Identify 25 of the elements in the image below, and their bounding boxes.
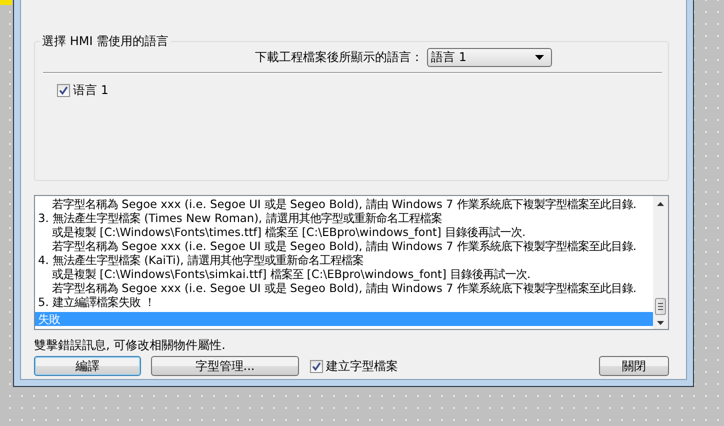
- scroll-down-icon[interactable]: [657, 321, 664, 325]
- hint-text: 雙擊錯誤訊息, 可修改相關物件屬性.: [34, 337, 226, 353]
- language-label: 语言 1: [73, 82, 108, 99]
- compile-button[interactable]: 編譯: [34, 356, 141, 376]
- language-dropdown[interactable]: 語言 1: [427, 48, 552, 67]
- close-button[interactable]: 關閉: [599, 356, 669, 376]
- scroll-up-icon[interactable]: [657, 202, 664, 206]
- message-line[interactable]: 若字型名稱為 Segoe xxx (i.e. Segoe UI 或是 Segeo Bold), 請由 Windows 7 作業系統底下複製字型檔案至此目錄.: [35, 197, 653, 211]
- message-line[interactable]: 3. 無法產生字型檔案 (Times New Roman), 請選用其他字型或重新命名工程檔案: [35, 211, 653, 225]
- font-manager-button[interactable]: 字型管理...: [151, 356, 299, 376]
- message-line[interactable]: 若字型名稱為 Segoe xxx (i.e. Segoe UI 或是 Segeo Bold), 請由 Windows 7 作業系統底下複製字型檔案至此目錄.: [35, 281, 653, 295]
- message-line[interactable]: 4. 無法產生字型檔案 (KaiTi), 請選用其他字型或重新命名工程檔案: [35, 253, 653, 267]
- caret-icon: [535, 55, 544, 60]
- checkbox[interactable]: [310, 360, 323, 372]
- checkbox[interactable]: [57, 84, 70, 97]
- create-font-label: 建立字型檔案: [326, 358, 398, 374]
- group-title: 選擇 HMI 需使用的語言: [41, 33, 170, 50]
- message-line[interactable]: 或是複製 [C:\Windows\Fonts\times.ttf] 檔案至 [C:\EBpro\windows_font] 目錄後再試一次.: [35, 225, 653, 239]
- message-line[interactable]: 5. 建立編譯檔案失敗 ！: [35, 295, 653, 309]
- message-line[interactable]: 若字型名稱為 Segoe xxx (i.e. Segoe UI 或是 Segeo Bold), 請由 Windows 7 作業系統底下複製字型檔案至此目錄.: [35, 239, 653, 253]
- window-edge-strip: [0, 0, 12, 5]
- message-line[interactable]: 或是複製 [C:\Windows\Fonts\simkai.ttf] 檔案至 [C:\EBpro\windows_font] 目錄後再試一次.: [35, 267, 653, 281]
- scrollbar[interactable]: [653, 196, 668, 329]
- scroll-thumb[interactable]: [655, 298, 666, 315]
- display-language-label: 下載工程檔案後所顯示的語言：: [255, 49, 423, 66]
